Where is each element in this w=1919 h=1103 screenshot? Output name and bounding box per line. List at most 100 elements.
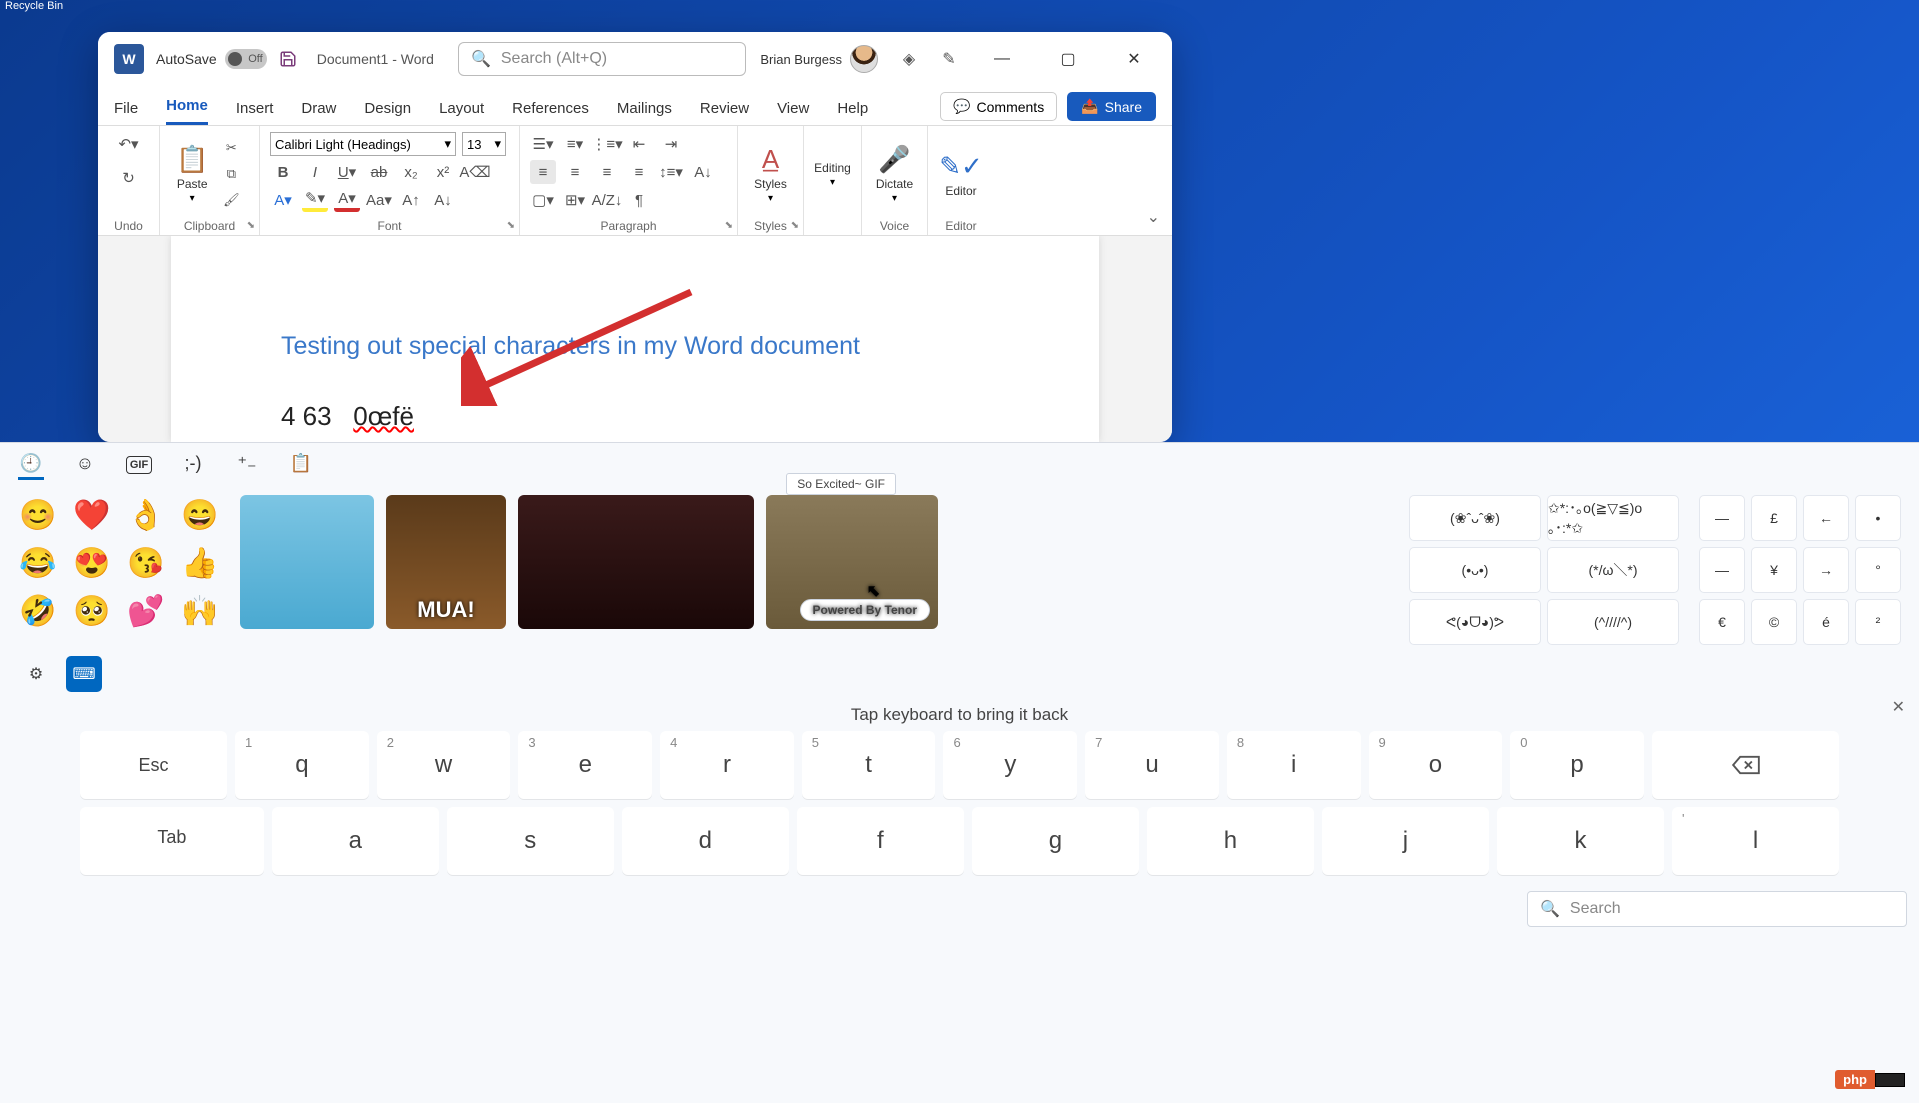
editor-button[interactable]: ✎✓ Editor (938, 132, 984, 216)
highlight-icon[interactable]: ✎▾ (302, 188, 328, 212)
kaomoji-item[interactable]: (^////^) (1547, 599, 1679, 645)
emoji-item[interactable]: 🥺 (72, 591, 112, 631)
key-d[interactable]: d (622, 807, 789, 875)
maximize-button[interactable]: ▢ (1046, 44, 1090, 74)
sort-az-icon[interactable]: A/Z↓ (594, 188, 620, 212)
font-color-icon[interactable]: A▾ (334, 188, 360, 212)
sort-icon[interactable]: A↓ (690, 160, 716, 184)
font-size-combo[interactable]: 13▾ (462, 132, 506, 156)
increase-indent-icon[interactable]: ⇥ (658, 132, 684, 156)
kaomoji-item[interactable]: (❀ˆᴗˆ❀) (1409, 495, 1541, 541)
symbol-item[interactable]: © (1751, 599, 1797, 645)
key-e[interactable]: 3e (518, 731, 652, 799)
tab-view[interactable]: View (777, 100, 809, 125)
document-page[interactable]: Testing out special characters in my Wor… (171, 236, 1099, 442)
key-u[interactable]: 7u (1085, 731, 1219, 799)
align-left-icon[interactable]: ≡ (530, 160, 556, 184)
key-j[interactable]: j (1322, 807, 1489, 875)
gif-clippy[interactable] (240, 495, 374, 629)
paste-button[interactable]: 📋 Paste ▾ (170, 132, 214, 216)
key-k[interactable]: k (1497, 807, 1664, 875)
symbol-item[interactable]: é (1803, 599, 1849, 645)
tab-review[interactable]: Review (700, 100, 749, 125)
autosave-toggle[interactable]: Off (225, 49, 267, 69)
key-i[interactable]: 8i (1227, 731, 1361, 799)
save-icon[interactable] (279, 50, 297, 68)
tab-draw[interactable]: Draw (301, 100, 336, 125)
emoji-item[interactable]: 💕 (126, 591, 166, 631)
share-button[interactable]: 📤 Share (1067, 92, 1156, 121)
tab-help[interactable]: Help (837, 100, 868, 125)
comments-button[interactable]: 💬 Comments (940, 92, 1057, 121)
kaomoji-item[interactable]: ᕙ(◕ᗜ◕)ᕗ (1409, 599, 1541, 645)
tab-layout[interactable]: Layout (439, 100, 484, 125)
emoji-item[interactable]: 👍 (180, 543, 220, 583)
symbol-item[interactable]: — (1699, 495, 1745, 541)
emoji-search-box[interactable]: 🔍 Search (1527, 891, 1907, 927)
key-t[interactable]: 5t (802, 731, 936, 799)
kaomoji-item[interactable]: ✩*:･｡o(≧▽≦)o ｡･:*✩ (1547, 495, 1679, 541)
redo-icon[interactable]: ↻ (116, 166, 142, 190)
change-case-icon[interactable]: Aa▾ (366, 188, 392, 212)
emoji-tab-icon[interactable]: ☺ (72, 450, 98, 480)
diamond-icon[interactable]: ◈ (900, 50, 918, 68)
key-s[interactable]: s (447, 807, 614, 875)
bullets-icon[interactable]: ☰▾ (530, 132, 556, 156)
justify-icon[interactable]: ≡ (626, 160, 652, 184)
grow-font-icon[interactable]: A↑ (398, 188, 424, 212)
minimize-button[interactable]: — (980, 44, 1024, 74)
show-marks-icon[interactable]: ¶ (626, 188, 652, 212)
font-dialog-icon[interactable]: ⬊ (507, 220, 515, 231)
recent-tab-icon[interactable]: 🕘 (18, 450, 44, 480)
clear-format-icon[interactable]: A⌫ (462, 160, 488, 184)
emoji-item[interactable]: 😂 (18, 543, 58, 583)
keyboard-close-icon[interactable]: ✕ (1892, 697, 1905, 717)
tab-mailings[interactable]: Mailings (617, 100, 672, 125)
borders-icon[interactable]: ⊞▾ (562, 188, 588, 212)
collapse-ribbon-icon[interactable]: ⌄ (1147, 207, 1160, 227)
user-info[interactable]: Brian Burgess (760, 45, 878, 73)
symbol-item[interactable]: ← (1803, 495, 1849, 541)
symbol-item[interactable]: ² (1855, 599, 1901, 645)
key-q[interactable]: 1q (235, 731, 369, 799)
key-esc[interactable]: Esc (80, 731, 227, 799)
cut-icon[interactable]: ✂ (220, 138, 242, 158)
key-w[interactable]: 2w (377, 731, 511, 799)
emoji-item[interactable]: ❤️ (72, 495, 112, 535)
search-box[interactable]: 🔍 Search (Alt+Q) (458, 42, 746, 76)
styles-button[interactable]: A̲ Styles▾ (748, 132, 793, 216)
decrease-indent-icon[interactable]: ⇤ (626, 132, 652, 156)
gif-excited[interactable]: Powered By Tenor ⬉ (766, 495, 938, 629)
clipboard-tab-icon[interactable]: 📋 (288, 450, 314, 480)
key-l[interactable]: 'l (1672, 807, 1839, 875)
key-a[interactable]: a (272, 807, 439, 875)
pen-icon[interactable]: ✎ (940, 50, 958, 68)
key-y[interactable]: 6y (943, 731, 1077, 799)
emoji-item[interactable]: 👌 (126, 495, 166, 535)
tab-references[interactable]: References (512, 100, 589, 125)
key-backspace[interactable] (1652, 731, 1839, 799)
bold-icon[interactable]: B (270, 160, 296, 184)
symbol-item[interactable]: ° (1855, 547, 1901, 593)
settings-gear-icon[interactable]: ⚙ (18, 656, 54, 692)
underline-icon[interactable]: U▾ (334, 160, 360, 184)
gif-minion[interactable]: MUA! (386, 495, 506, 629)
shading-icon[interactable]: ▢▾ (530, 188, 556, 212)
tab-insert[interactable]: Insert (236, 100, 274, 125)
key-f[interactable]: f (797, 807, 964, 875)
italic-icon[interactable]: I (302, 160, 328, 184)
emoji-item[interactable]: 😄 (180, 495, 220, 535)
tab-design[interactable]: Design (364, 100, 411, 125)
keyboard-toggle-icon[interactable]: ⌨ (66, 656, 102, 692)
strike-icon[interactable]: ab (366, 160, 392, 184)
key-o[interactable]: 9o (1369, 731, 1503, 799)
format-painter-icon[interactable]: 🖌 (220, 190, 242, 210)
symbol-item[interactable]: • (1855, 495, 1901, 541)
multilevel-icon[interactable]: ⋮≡▾ (594, 132, 620, 156)
key-p[interactable]: 0p (1510, 731, 1644, 799)
subscript-icon[interactable]: x₂ (398, 160, 424, 184)
font-name-combo[interactable]: Calibri Light (Headings)▾ (270, 132, 456, 156)
copy-icon[interactable]: ⧉ (220, 164, 242, 184)
editing-button[interactable]: Editing▾ (814, 132, 851, 216)
key-h[interactable]: h (1147, 807, 1314, 875)
